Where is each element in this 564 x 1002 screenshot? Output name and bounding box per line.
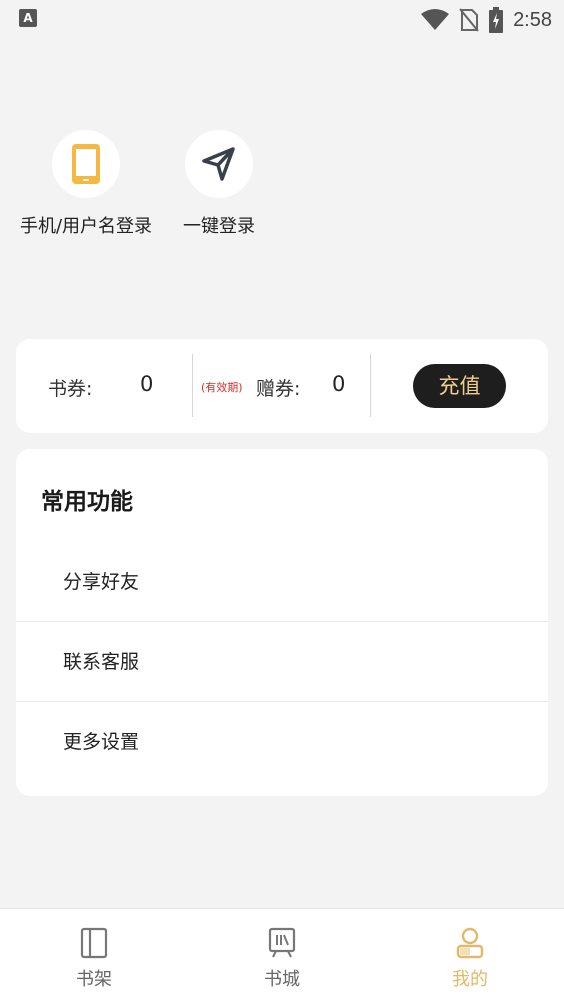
nav-bookstore-label[interactable]: 书城: [222, 965, 342, 991]
share-friends-item[interactable]: 分享好友: [16, 542, 548, 622]
recharge-button[interactable]: 充值: [413, 364, 506, 408]
nav-bookshelf[interactable]: 书架: [34, 909, 154, 1002]
contact-service-label[interactable]: 联系客服: [63, 622, 139, 702]
bookshelf-icon: [80, 927, 108, 959]
share-friends-label[interactable]: 分享好友: [63, 542, 139, 622]
send-arrow-icon: [202, 147, 235, 181]
nav-mine-label[interactable]: 我的: [410, 965, 530, 991]
battery-charging-icon: [489, 7, 504, 33]
nav-bookstore[interactable]: 书城: [222, 909, 342, 1002]
validity-note: (有效期): [201, 381, 243, 394]
common-functions-title: 常用功能: [41, 489, 133, 515]
status-bar: A 2:58: [0, 0, 564, 40]
one-click-login-option[interactable]: 一键登录: [139, 130, 299, 238]
one-click-login-label[interactable]: 一键登录: [139, 212, 299, 238]
contact-service-item[interactable]: 联系客服: [16, 622, 548, 702]
nav-bookshelf-label[interactable]: 书架: [34, 965, 154, 991]
wifi-icon: [421, 9, 450, 30]
book-coupon-label: 书券:: [48, 378, 93, 400]
gift-coupon-label: 赠券:: [256, 378, 301, 400]
phone-login-circle[interactable]: [52, 130, 120, 198]
nav-mine[interactable]: 我的: [410, 909, 530, 1002]
coupon-divider: [192, 354, 193, 417]
status-time: 2:58: [513, 8, 552, 31]
more-settings-label[interactable]: 更多设置: [63, 702, 139, 782]
coupon-divider: [370, 354, 371, 417]
common-functions-card: 常用功能 分享好友 联系客服 更多设置: [16, 449, 548, 796]
status-icons: 2:58: [421, 6, 552, 34]
bottom-nav: 书架 书城 我的: [0, 908, 564, 1002]
book-coupon-value: 0: [140, 372, 154, 396]
more-settings-item[interactable]: 更多设置: [16, 702, 548, 782]
phone-icon: [72, 144, 100, 184]
profile-icon: [456, 927, 484, 959]
coupon-card: 书券: 0 (有效期) 赠券: 0 充值: [16, 339, 548, 433]
gift-coupon-value: 0: [332, 372, 346, 396]
bookstore-icon: [268, 927, 296, 958]
no-sim-icon: [459, 8, 479, 32]
one-click-login-circle[interactable]: [185, 130, 253, 198]
app-notification-icon: A: [19, 9, 37, 27]
